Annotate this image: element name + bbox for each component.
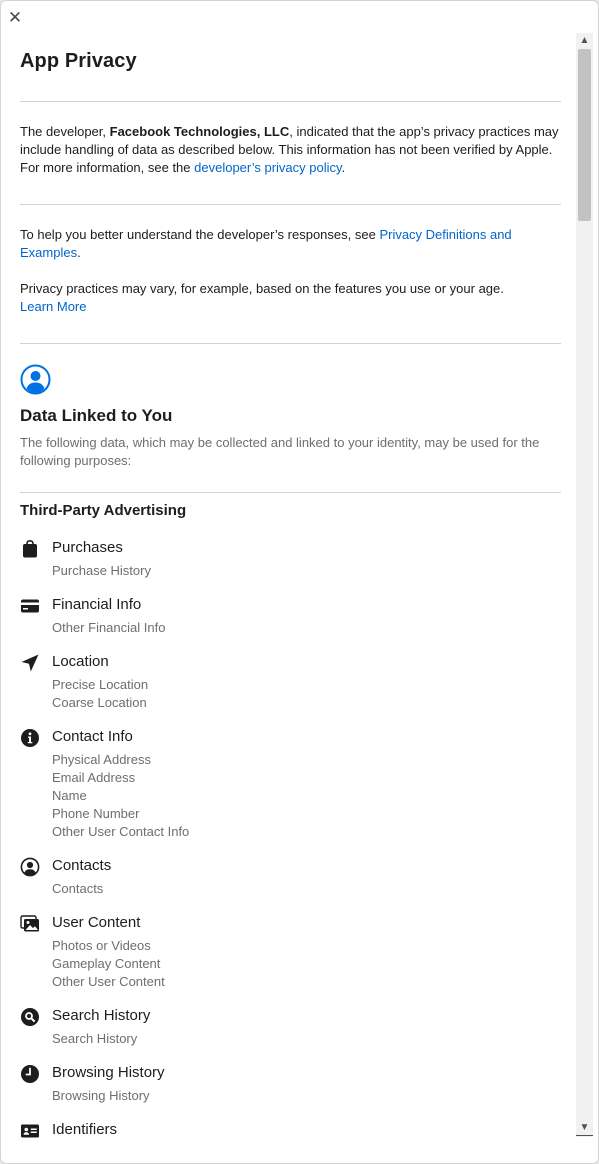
info-icon	[21, 729, 39, 747]
developer-name: Facebook Technologies, LLC	[109, 124, 290, 139]
data-type-item: Other User Content	[52, 974, 165, 989]
category-title: Contacts	[52, 857, 112, 874]
category-items: Contacts	[52, 880, 103, 898]
category-title: Contact Info	[52, 728, 133, 745]
divider	[20, 343, 561, 344]
vary-paragraph: Privacy practices may vary, for example,…	[20, 280, 561, 316]
data-type-item: Gameplay Content	[52, 956, 161, 971]
data-type-item: Coarse Location	[52, 695, 147, 710]
person-circle-icon	[20, 857, 40, 877]
data-type-item: Precise Location	[52, 677, 149, 692]
person-circle-icon	[20, 364, 51, 395]
purpose-heading: Third-Party Advertising	[20, 502, 187, 519]
category-title: Browsing History	[52, 1064, 165, 1081]
clock-icon	[21, 1065, 39, 1083]
data-type-item: Photos or Videos	[52, 938, 151, 953]
section-title: Data Linked to You	[20, 406, 173, 425]
data-type-item: Physical Address	[52, 752, 151, 767]
developer-privacy-policy-link[interactable]: developer’s privacy policy	[194, 160, 341, 175]
data-type-item: Purchase History	[52, 563, 151, 578]
magnifier-icon	[21, 1008, 39, 1026]
divider	[20, 204, 561, 205]
category-title: Financial Info	[52, 596, 142, 613]
category-title: Location	[52, 653, 109, 670]
category-items: Other Financial Info	[52, 619, 165, 637]
divider	[20, 101, 561, 102]
photos-icon	[20, 915, 39, 932]
category-items: Browsing History	[52, 1087, 150, 1105]
scroll-down-arrow-icon[interactable]: ▼	[576, 1121, 593, 1136]
data-type-item: Email Address	[52, 770, 136, 785]
divider	[20, 492, 561, 493]
scroll-thumb[interactable]	[578, 49, 591, 221]
help-end: .	[77, 245, 81, 260]
category-items: Physical Address Email Address Name Phon…	[52, 751, 189, 841]
scroll-up-arrow-icon[interactable]: ▲	[576, 34, 593, 48]
data-type-item: Search History	[52, 1031, 138, 1046]
category-title: User Content	[52, 914, 141, 931]
vary-text: Privacy practices may vary, for example,…	[20, 281, 504, 296]
category-title: Search History	[52, 1007, 151, 1024]
vertical-scrollbar[interactable]: ▲ ▼	[576, 33, 593, 1137]
data-type-item: Other Financial Info	[52, 620, 166, 635]
credit-card-icon	[21, 599, 39, 613]
intro-text: The developer,	[20, 124, 110, 139]
data-type-item: Contacts	[52, 881, 104, 896]
close-button[interactable]: ✕	[7, 9, 23, 27]
location-arrow-icon	[21, 654, 39, 672]
section-description: The following data, which may be collect…	[20, 435, 540, 468]
page-title: App Privacy	[20, 50, 137, 72]
category-items: Photos or Videos Gameplay Content Other …	[52, 937, 165, 991]
data-type-item: Name	[52, 788, 87, 803]
category-items: Purchase History	[52, 562, 151, 580]
data-type-item: Other User Contact Info	[52, 824, 190, 839]
id-card-icon	[21, 1124, 39, 1138]
help-paragraph: To help you better understand the develo…	[20, 226, 561, 262]
data-type-item: Phone Number	[52, 806, 140, 821]
help-text: To help you better understand the develo…	[20, 227, 380, 242]
intro-paragraph: The developer, Facebook Technologies, LL…	[20, 123, 561, 177]
intro-end: .	[341, 160, 346, 175]
category-title: Purchases	[52, 539, 123, 556]
data-type-item: Browsing History	[52, 1088, 150, 1103]
category-items: Search History	[52, 1030, 137, 1048]
category-title: Identifiers	[52, 1121, 118, 1138]
app-privacy-window: ✕ App Privacy The developer, Facebook Te…	[0, 0, 599, 1164]
bag-icon	[23, 539, 37, 558]
learn-more-link[interactable]: Learn More	[20, 299, 86, 314]
category-items: Precise Location Coarse Location	[52, 676, 148, 712]
